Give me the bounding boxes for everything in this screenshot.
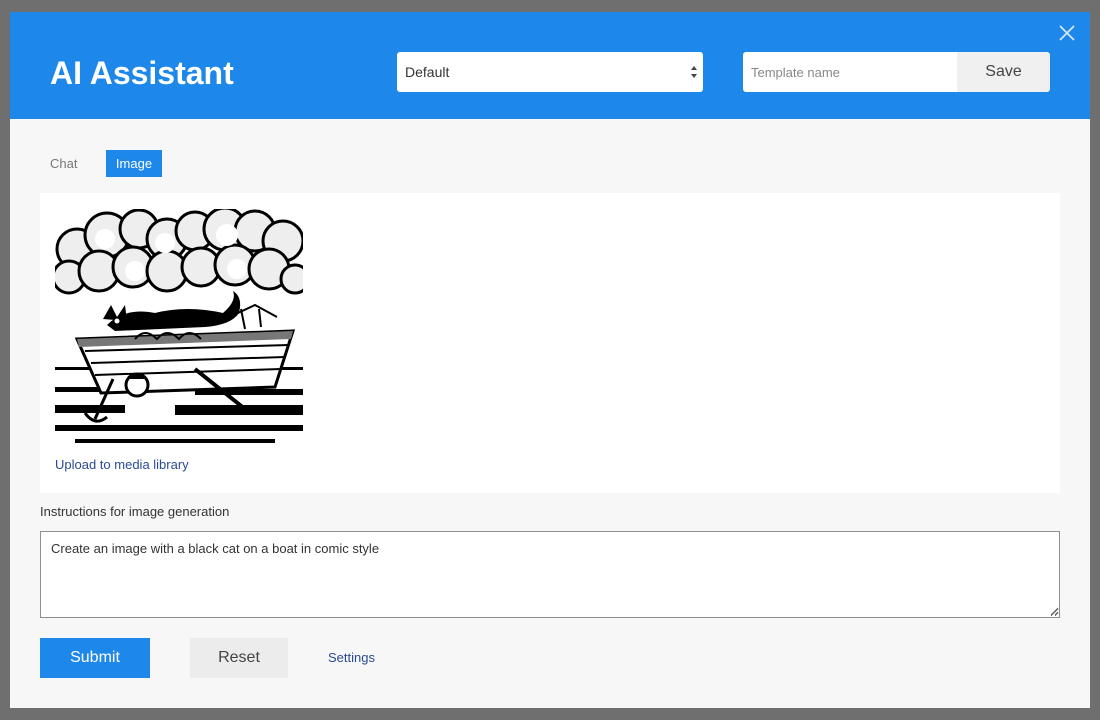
upload-to-media-library-link[interactable]: Upload to media library <box>55 457 189 472</box>
tab-chat[interactable]: Chat <box>40 150 87 177</box>
ai-assistant-modal: AI Assistant Default Save Chat Image <box>10 12 1090 708</box>
save-button[interactable]: Save <box>957 52 1050 92</box>
instructions-label: Instructions for image generation <box>40 504 230 519</box>
generated-image <box>55 209 303 455</box>
submit-button[interactable]: Submit <box>40 638 150 678</box>
select-arrows-icon <box>691 66 697 78</box>
close-icon[interactable] <box>1058 24 1076 42</box>
image-result-panel: Upload to media library <box>40 193 1060 493</box>
modal-header: AI Assistant Default Save <box>10 12 1090 119</box>
template-name-input[interactable] <box>743 52 957 92</box>
tab-image[interactable]: Image <box>106 150 162 177</box>
modal-title: AI Assistant <box>50 55 234 91</box>
template-select-value: Default <box>405 64 450 80</box>
settings-link[interactable]: Settings <box>328 650 375 665</box>
reset-button[interactable]: Reset <box>190 638 288 678</box>
template-select[interactable]: Default <box>397 52 703 92</box>
resize-grip-icon[interactable] <box>1049 606 1059 616</box>
instructions-textarea[interactable]: Create an image with a black cat on a bo… <box>40 531 1060 618</box>
